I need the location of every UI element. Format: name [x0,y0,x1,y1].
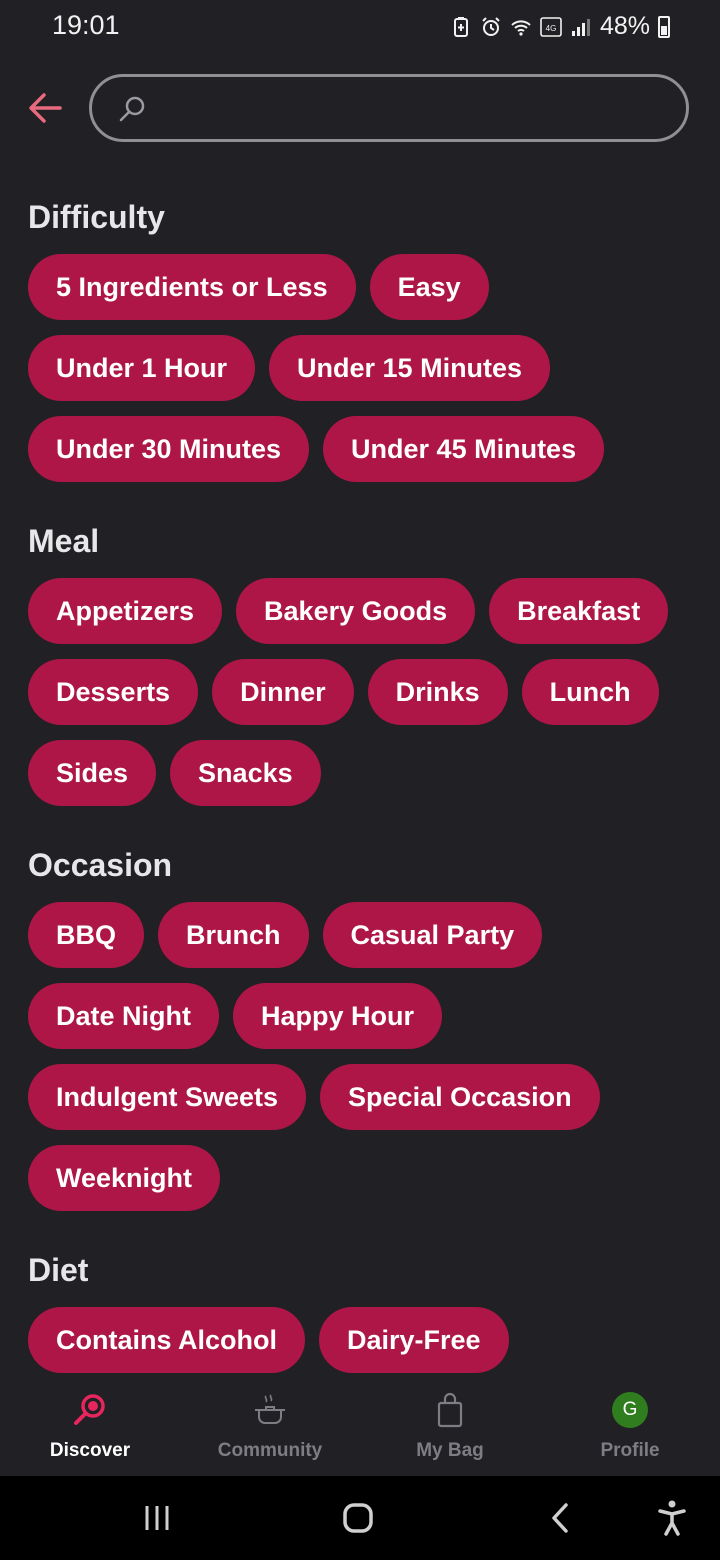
filter-chip[interactable]: Happy Hour [233,983,443,1049]
avatar: G [612,1392,648,1428]
home-icon[interactable] [338,1498,378,1538]
nav-my-bag[interactable]: My Bag [360,1378,540,1476]
alarm-icon [482,16,500,36]
filter-chip[interactable]: Appetizers [28,578,223,644]
filter-chip[interactable]: Under 1 Hour [28,335,256,401]
filter-chip[interactable]: Under 15 Minutes [269,335,551,401]
section-diet: Diet Contains Alcohol Dairy-Free [28,1251,708,1373]
system-nav-bar [0,1476,720,1560]
section-occasion: Occasion BBQ Brunch Casual Party Date Ni… [28,846,708,1211]
filter-chip[interactable]: Indulgent Sweets [28,1064,307,1130]
filter-chip[interactable]: Dairy-Free [319,1307,509,1373]
nav-label: Profile [600,1440,660,1461]
magnifier-icon [74,1394,105,1425]
section-title: Diet [28,1252,89,1288]
filter-chip[interactable]: Desserts [28,659,199,725]
filter-chip[interactable]: BBQ [28,902,144,968]
chip-group: 5 Ingredients or Less Easy Under 1 Hour … [28,254,708,482]
search-bar[interactable] [89,74,689,142]
volte-4g-icon: 4G [540,16,562,37]
nav-label: Community [217,1440,323,1461]
status-bar: 19:01 4G 48% [0,0,720,52]
bag-icon [437,1392,463,1428]
filter-chip[interactable]: Special Occasion [320,1064,600,1130]
battery-saver-icon [453,16,468,37]
filter-chip[interactable]: 5 Ingredients or Less [28,254,356,320]
filter-chip[interactable]: Breakfast [489,578,669,644]
search-icon [119,96,145,122]
back-nav-icon[interactable] [540,1498,580,1538]
arrow-left-icon [29,93,62,123]
signal-icon [571,18,590,36]
battery-level: 48% [599,12,650,40]
filter-chip[interactable]: Date Night [28,983,219,1049]
nav-discover[interactable]: Discover [0,1378,180,1476]
pot-icon [255,1394,285,1424]
filter-chip[interactable]: Casual Party [322,902,543,968]
chip-group: BBQ Brunch Casual Party Date Night Happy… [28,902,708,1211]
search-input[interactable] [162,87,666,133]
status-icons: 4G 48% [450,12,670,41]
nav-profile[interactable]: G Profile [540,1378,720,1476]
nav-label: My Bag [416,1440,484,1461]
section-difficulty: Difficulty 5 Ingredients or Less Easy Un… [28,198,708,482]
chip-group: Appetizers Bakery Goods Breakfast Desser… [28,578,708,806]
recent-apps-icon[interactable] [137,1498,177,1538]
section-title: Meal [28,523,100,559]
filter-list: Difficulty 5 Ingredients or Less Easy Un… [28,186,708,1376]
filter-chip[interactable]: Easy [369,254,489,320]
filter-chip[interactable]: Brunch [158,902,309,968]
wifi-icon [511,19,531,36]
filter-chip[interactable]: Under 30 Minutes [28,416,310,482]
accessibility-icon[interactable] [652,1498,692,1538]
svg-text:4G: 4G [546,24,557,33]
battery-icon [658,15,670,38]
nav-community[interactable]: Community [180,1378,360,1476]
filter-chip[interactable]: Snacks [170,740,321,806]
status-time: 19:01 [52,10,120,40]
back-button[interactable] [24,86,68,130]
filter-chip[interactable]: Contains Alcohol [28,1307,305,1373]
section-title: Occasion [28,847,173,883]
filter-chip[interactable]: Sides [28,740,157,806]
filter-chip[interactable]: Lunch [521,659,659,725]
nav-label: Discover [49,1440,131,1461]
filter-chip[interactable]: Under 45 Minutes [323,416,605,482]
chip-group: Contains Alcohol Dairy-Free [28,1307,708,1373]
bottom-nav: Discover Community My Bag G Profile [0,1378,720,1476]
section-title: Difficulty [28,199,165,235]
section-meal: Meal Appetizers Bakery Goods Breakfast D… [28,522,708,806]
filter-chip[interactable]: Bakery Goods [236,578,476,644]
filter-chip[interactable]: Weeknight [28,1145,221,1211]
filter-chip[interactable]: Drinks [367,659,508,725]
filter-chip[interactable]: Dinner [212,659,354,725]
